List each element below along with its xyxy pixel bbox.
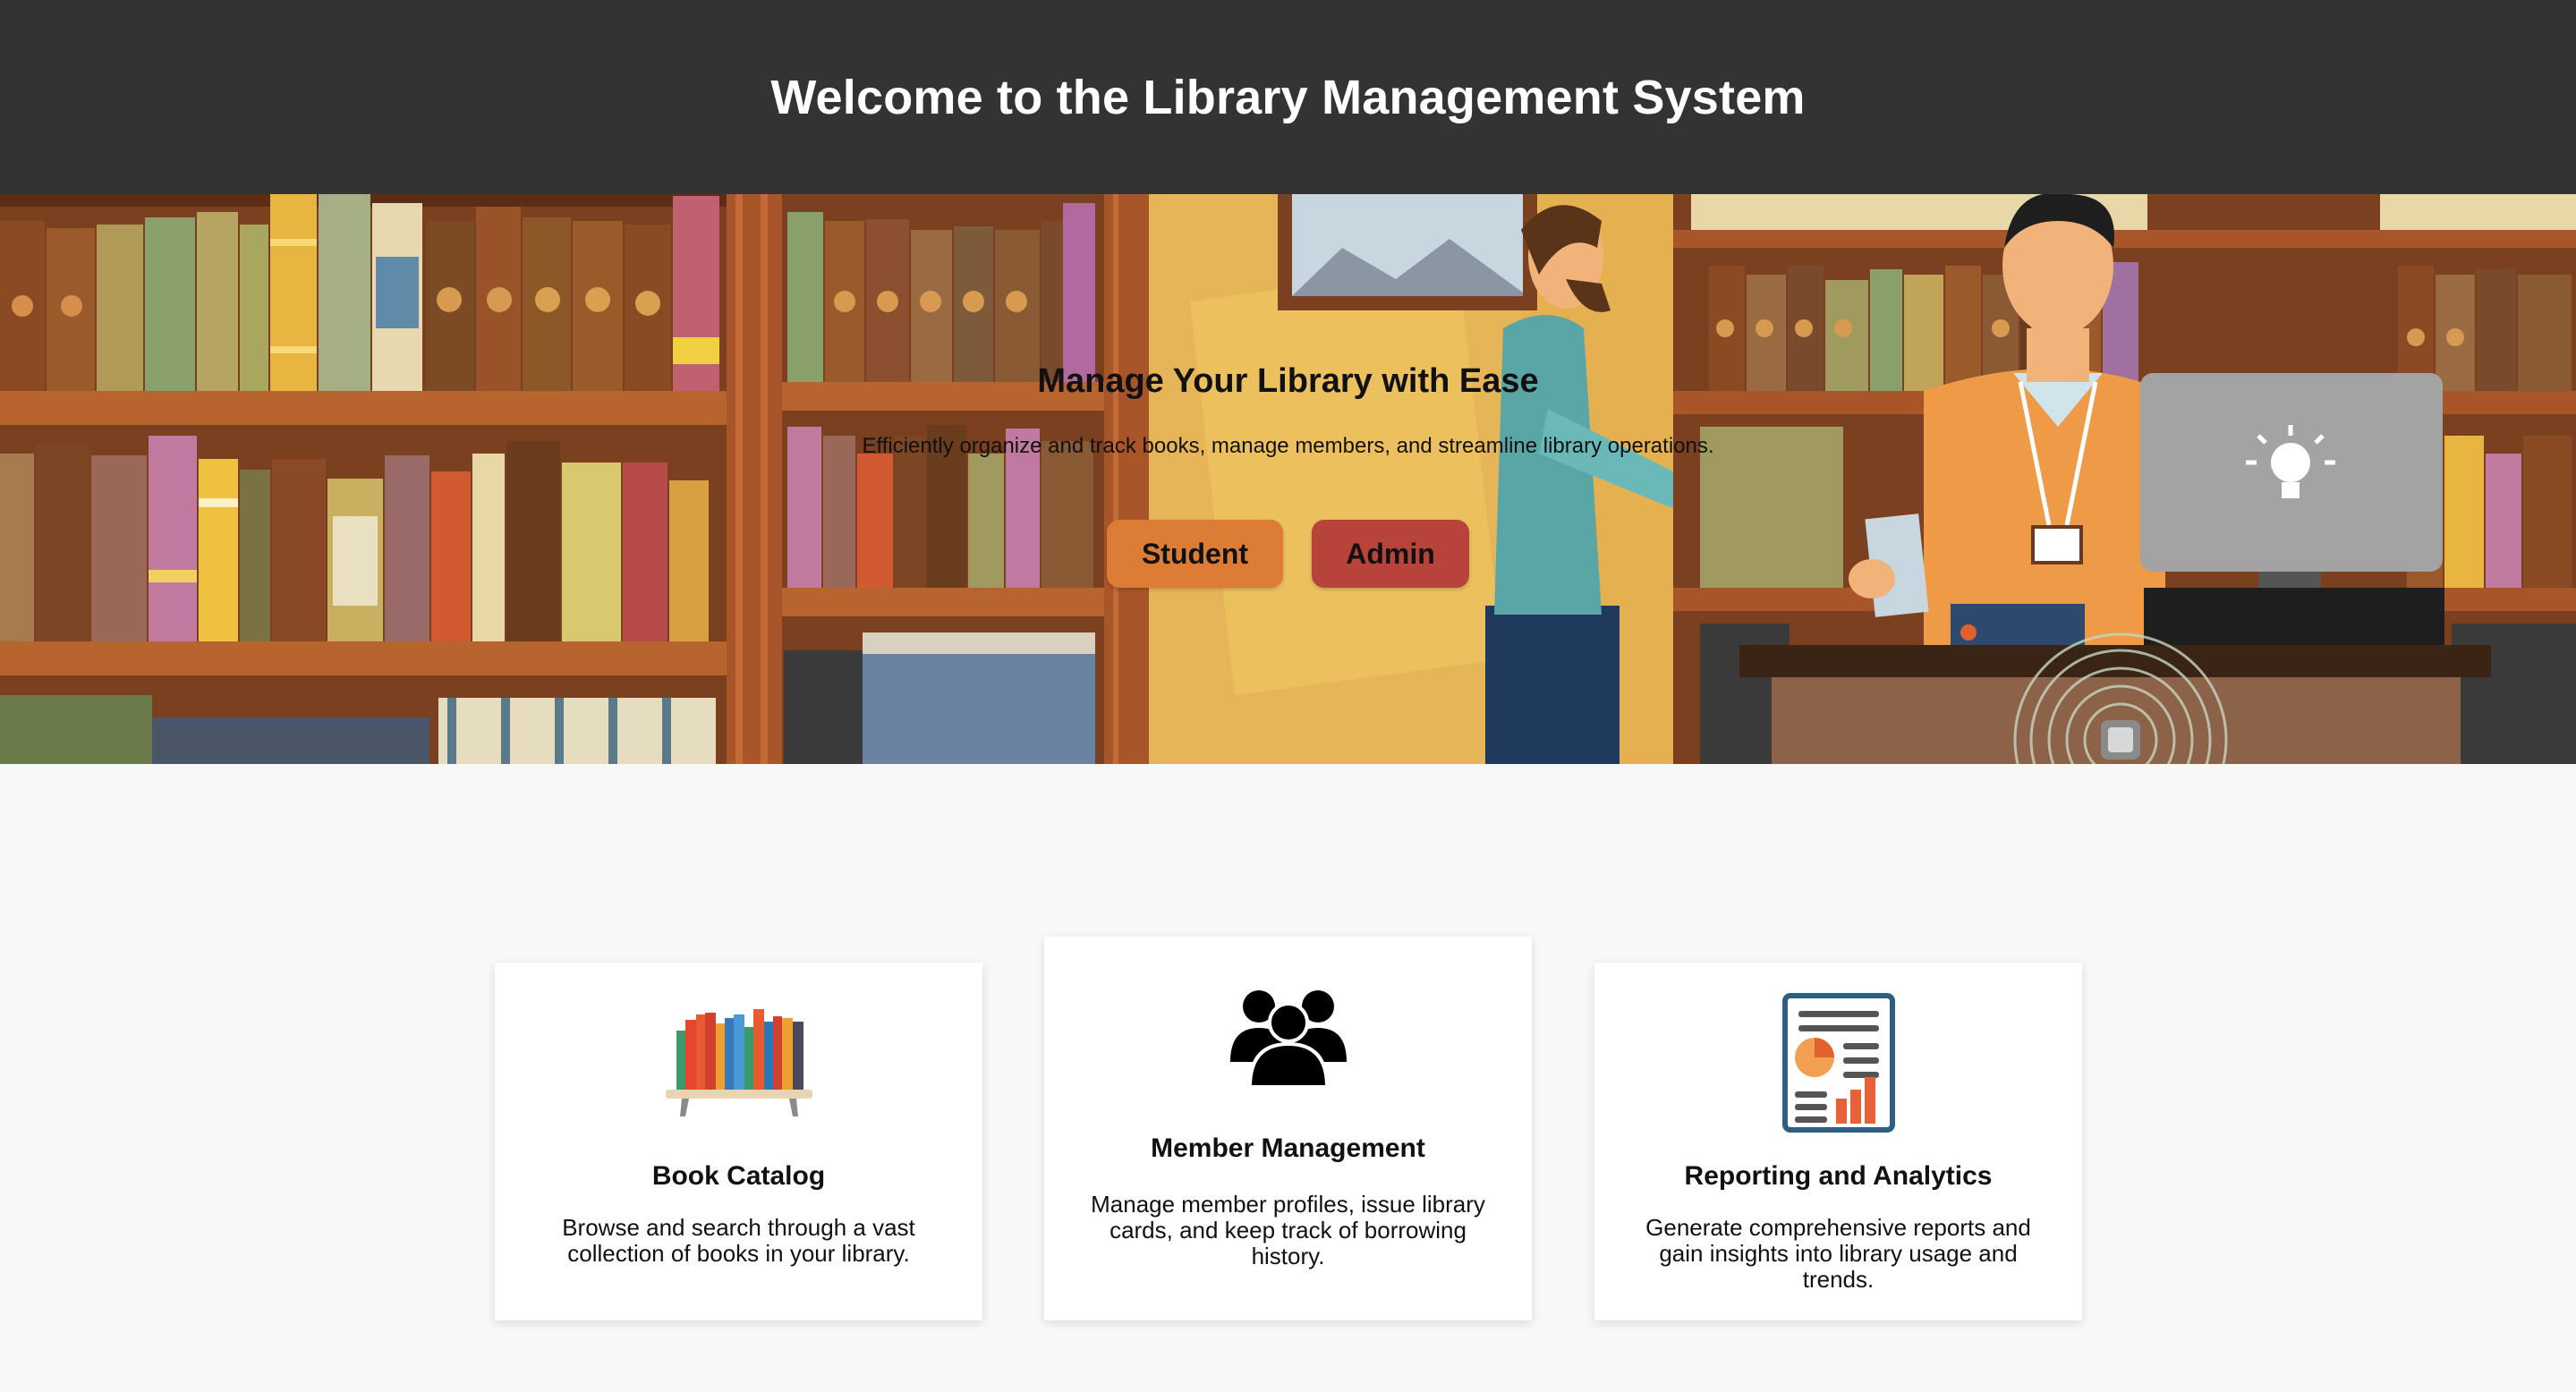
student-button[interactable]: Student: [1107, 520, 1283, 588]
feature-description: Browse and search through a vast collect…: [562, 1214, 915, 1267]
feature-title: Member Management: [1151, 1133, 1425, 1163]
hero-banner: Manage Your Library with Ease Efficientl…: [0, 194, 2576, 764]
feature-title: Reporting and Analytics: [1684, 1161, 1993, 1191]
hero-subtitle: Efficiently organize and track books, ma…: [862, 434, 1714, 458]
admin-button[interactable]: Admin: [1312, 520, 1469, 588]
feature-card-member-management: Member Management Manage member profiles…: [1044, 937, 1532, 1320]
bookshelf-icon: [495, 1004, 982, 1116]
library-illustration: [0, 194, 2576, 764]
feature-description: Manage member profiles, issue library ca…: [1091, 1191, 1485, 1269]
report-chart-icon: [1594, 993, 2082, 1133]
users-group-icon: [1044, 987, 1532, 1087]
feature-title: Book Catalog: [651, 1161, 826, 1191]
feature-card-reporting-analytics: Reporting and Analytics Generate compreh…: [1594, 963, 2082, 1320]
page-title: Welcome to the Library Management System: [770, 70, 1806, 124]
feature-card-book-catalog: Book Catalog Browse and search through a…: [495, 963, 982, 1320]
site-header: Welcome to the Library Management System: [0, 0, 2576, 194]
feature-description: Generate comprehensive reports and gain …: [1645, 1214, 2031, 1293]
hero-title: Manage Your Library with Ease: [1037, 362, 1539, 400]
